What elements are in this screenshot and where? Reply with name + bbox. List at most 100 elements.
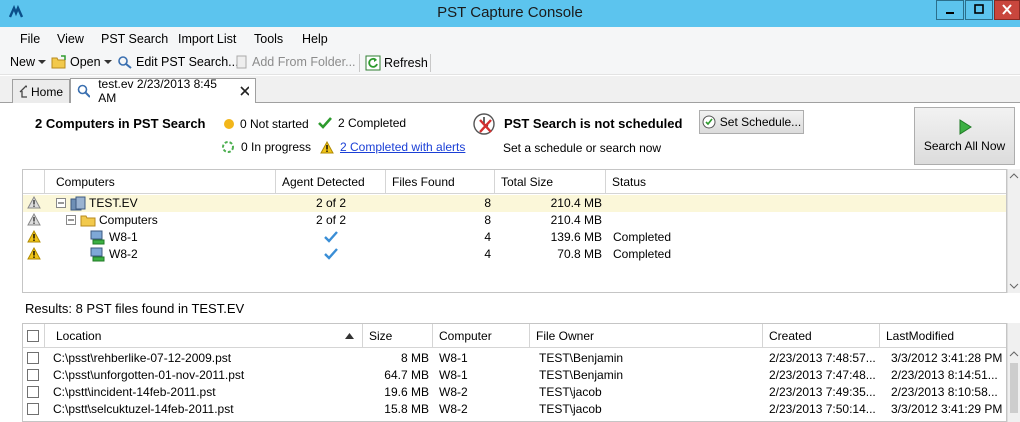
scroll-up-icon[interactable] bbox=[1008, 349, 1020, 359]
header-size[interactable]: Size bbox=[363, 324, 433, 348]
add-from-folder-button[interactable]: Add From Folder... bbox=[235, 55, 356, 69]
size: 19.6 MB bbox=[384, 385, 429, 399]
minimize-icon bbox=[946, 12, 954, 14]
header-location[interactable]: Location bbox=[50, 324, 363, 348]
header-created[interactable]: Created bbox=[763, 324, 880, 348]
warning-icon bbox=[320, 140, 334, 153]
menu-pst-search[interactable]: PST Search bbox=[101, 32, 168, 46]
scroll-thumb[interactable] bbox=[1010, 363, 1018, 413]
not-started-label: 0 Not started bbox=[240, 117, 309, 131]
header-file-owner[interactable]: File Owner bbox=[530, 324, 763, 348]
results-summary: Results: 8 PST files found in TEST.EV bbox=[25, 301, 245, 316]
computer: W8-1 bbox=[439, 368, 468, 382]
menu-view[interactable]: View bbox=[57, 32, 84, 46]
not-scheduled-icon bbox=[473, 113, 495, 135]
select-all-checkbox[interactable] bbox=[27, 330, 39, 342]
computer-name: W8-2 bbox=[109, 247, 138, 261]
size: 8 MB bbox=[400, 351, 429, 365]
table-row[interactable]: C:\psst\rehberlike-07-12-2009.pst 8 MB W… bbox=[23, 350, 1006, 367]
open-button[interactable]: Open bbox=[51, 55, 112, 69]
refresh-button[interactable]: Refresh bbox=[365, 55, 428, 71]
tab-home-label: Home bbox=[30, 84, 63, 99]
size: 15.8 MB bbox=[384, 402, 429, 416]
completed-alerts-stat: 2 Completed with alerts bbox=[320, 140, 465, 154]
collapse-icon[interactable] bbox=[66, 215, 76, 225]
new-button[interactable]: New bbox=[10, 55, 47, 69]
edit-pst-search-label: Edit PST Search... bbox=[136, 55, 239, 69]
search-all-now-button[interactable]: Search All Now bbox=[914, 107, 1015, 165]
computer: W8-2 bbox=[439, 385, 468, 399]
header-files-found[interactable]: Files Found bbox=[386, 170, 495, 194]
title-bar: PST Capture Console bbox=[0, 0, 1020, 27]
scroll-down-icon[interactable] bbox=[1008, 281, 1020, 291]
header-total-size[interactable]: Total Size bbox=[495, 170, 606, 194]
play-icon bbox=[959, 119, 972, 135]
scroll-up-icon[interactable] bbox=[1008, 171, 1020, 181]
tab-test-ev[interactable]: test.ev 2/23/2013 8:45 AM bbox=[70, 77, 256, 105]
menu-import-list[interactable]: Import List bbox=[178, 32, 236, 46]
close-button[interactable] bbox=[994, 0, 1020, 20]
set-schedule-button[interactable]: Set Schedule... bbox=[699, 110, 804, 134]
sort-ascending-icon bbox=[345, 333, 354, 339]
tab-test-ev-label: test.ev 2/23/2013 8:45 AM bbox=[98, 77, 217, 105]
table-row[interactable]: Computers 2 of 2 8 210.4 MB bbox=[23, 212, 1006, 229]
computer-name: TEST.EV bbox=[89, 196, 138, 210]
file-owner: TEST\jacob bbox=[539, 385, 602, 399]
agent-detected: 2 of 2 bbox=[315, 213, 347, 227]
total-size: 210.4 MB bbox=[550, 213, 602, 227]
dropdown-arrow-icon bbox=[38, 60, 47, 64]
results-grid-scrollbar[interactable] bbox=[1007, 323, 1020, 422]
header-computers[interactable]: Computers bbox=[50, 170, 276, 194]
files-found: 4 bbox=[484, 230, 491, 244]
computers-grid-scrollbar[interactable] bbox=[1007, 169, 1020, 293]
completed-stat: 2 Completed bbox=[318, 116, 406, 130]
in-progress-label: 0 In progress bbox=[241, 140, 312, 154]
computer: W8-1 bbox=[439, 351, 468, 365]
refresh-icon bbox=[365, 55, 381, 71]
add-from-folder-label: Add From Folder... bbox=[252, 55, 356, 69]
row-checkbox[interactable] bbox=[27, 386, 39, 398]
computer-name: W8-1 bbox=[109, 230, 138, 244]
row-checkbox[interactable] bbox=[27, 352, 39, 364]
table-row[interactable]: W8-2 4 70.8 MB Completed bbox=[23, 246, 1006, 263]
table-row[interactable]: C:\pstt\incident-14feb-2011.pst 19.6 MB … bbox=[23, 384, 1006, 401]
menu-tools[interactable]: Tools bbox=[254, 32, 283, 46]
table-row[interactable]: C:\psst\unforgotten-01-nov-2011.pst 64.7… bbox=[23, 367, 1006, 384]
tab-home[interactable]: Home bbox=[12, 79, 70, 103]
search-icon bbox=[77, 84, 91, 98]
table-row[interactable]: C:\pstt\selcuktuzel-14feb-2011.pst 15.8 … bbox=[23, 401, 1006, 418]
minimize-button[interactable] bbox=[936, 0, 964, 20]
header-agent-detected[interactable]: Agent Detected bbox=[276, 170, 386, 194]
last-modified: 2/23/2013 8:10:58... bbox=[891, 385, 998, 399]
new-label: New bbox=[10, 55, 36, 69]
menu-help[interactable]: Help bbox=[302, 32, 328, 46]
row-checkbox[interactable] bbox=[27, 369, 39, 381]
menu-file[interactable]: File bbox=[20, 32, 40, 46]
warning-icon bbox=[27, 230, 41, 243]
header-last-modified[interactable]: LastModified bbox=[880, 324, 1006, 348]
toolbar-separator bbox=[359, 54, 360, 72]
created: 2/23/2013 7:49:35... bbox=[769, 385, 876, 399]
computer: W8-2 bbox=[439, 402, 468, 416]
open-folder-icon bbox=[51, 55, 66, 69]
location: C:\psst\unforgotten-01-nov-2011.pst bbox=[53, 368, 245, 382]
completed-alerts-link[interactable]: 2 Completed with alerts bbox=[340, 140, 465, 154]
search-summary-panel: 2 Computers in PST Search 0 Not started … bbox=[22, 104, 1020, 169]
table-row[interactable]: TEST.EV 2 of 2 8 210.4 MB bbox=[23, 195, 1006, 212]
set-schedule-label: Set Schedule... bbox=[719, 115, 802, 129]
total-size: 210.4 MB bbox=[550, 196, 602, 210]
header-status[interactable]: Status bbox=[606, 170, 1006, 194]
table-row[interactable]: W8-1 4 139.6 MB Completed bbox=[23, 229, 1006, 246]
header-computer[interactable]: Computer bbox=[433, 324, 530, 348]
location: C:\pstt\incident-14feb-2011.pst bbox=[53, 385, 216, 399]
file-owner: TEST\Benjamin bbox=[539, 351, 624, 365]
close-tab-icon[interactable] bbox=[240, 86, 249, 96]
completed-label: 2 Completed bbox=[338, 116, 407, 130]
header-select-all[interactable] bbox=[23, 324, 45, 348]
collapse-icon[interactable] bbox=[56, 198, 66, 208]
agent-detected: 2 of 2 bbox=[315, 196, 347, 210]
edit-pst-search-button[interactable]: Edit PST Search... bbox=[117, 55, 239, 69]
maximize-button[interactable] bbox=[965, 0, 993, 20]
warning-icon bbox=[27, 213, 41, 226]
row-checkbox[interactable] bbox=[27, 403, 39, 415]
